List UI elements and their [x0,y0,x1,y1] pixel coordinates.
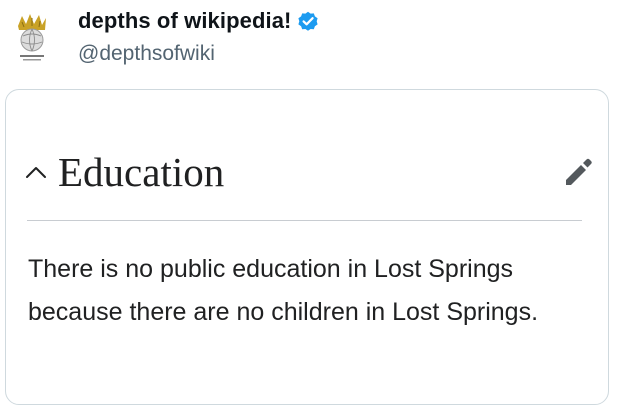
tweet-header: depths of wikipedia! @depthsofwiki [0,0,620,86]
verified-badge-icon [297,10,319,32]
user-handle[interactable]: @depthsofwiki [78,42,215,66]
pencil-icon[interactable] [560,154,596,190]
wikipedia-globe-logo-icon [18,14,46,61]
section-body-text: There is no public education in Lost Spr… [28,255,539,326]
section-heading[interactable]: Education [24,146,224,198]
section-divider [27,220,582,221]
chevron-up-icon[interactable] [24,164,48,180]
wikipedia-section-card [5,89,609,405]
section-title: Education [58,149,225,195]
avatar[interactable] [10,12,54,66]
display-name[interactable]: depths of wikipedia! [78,6,319,36]
display-name-text: depths of wikipedia! [78,8,292,33]
